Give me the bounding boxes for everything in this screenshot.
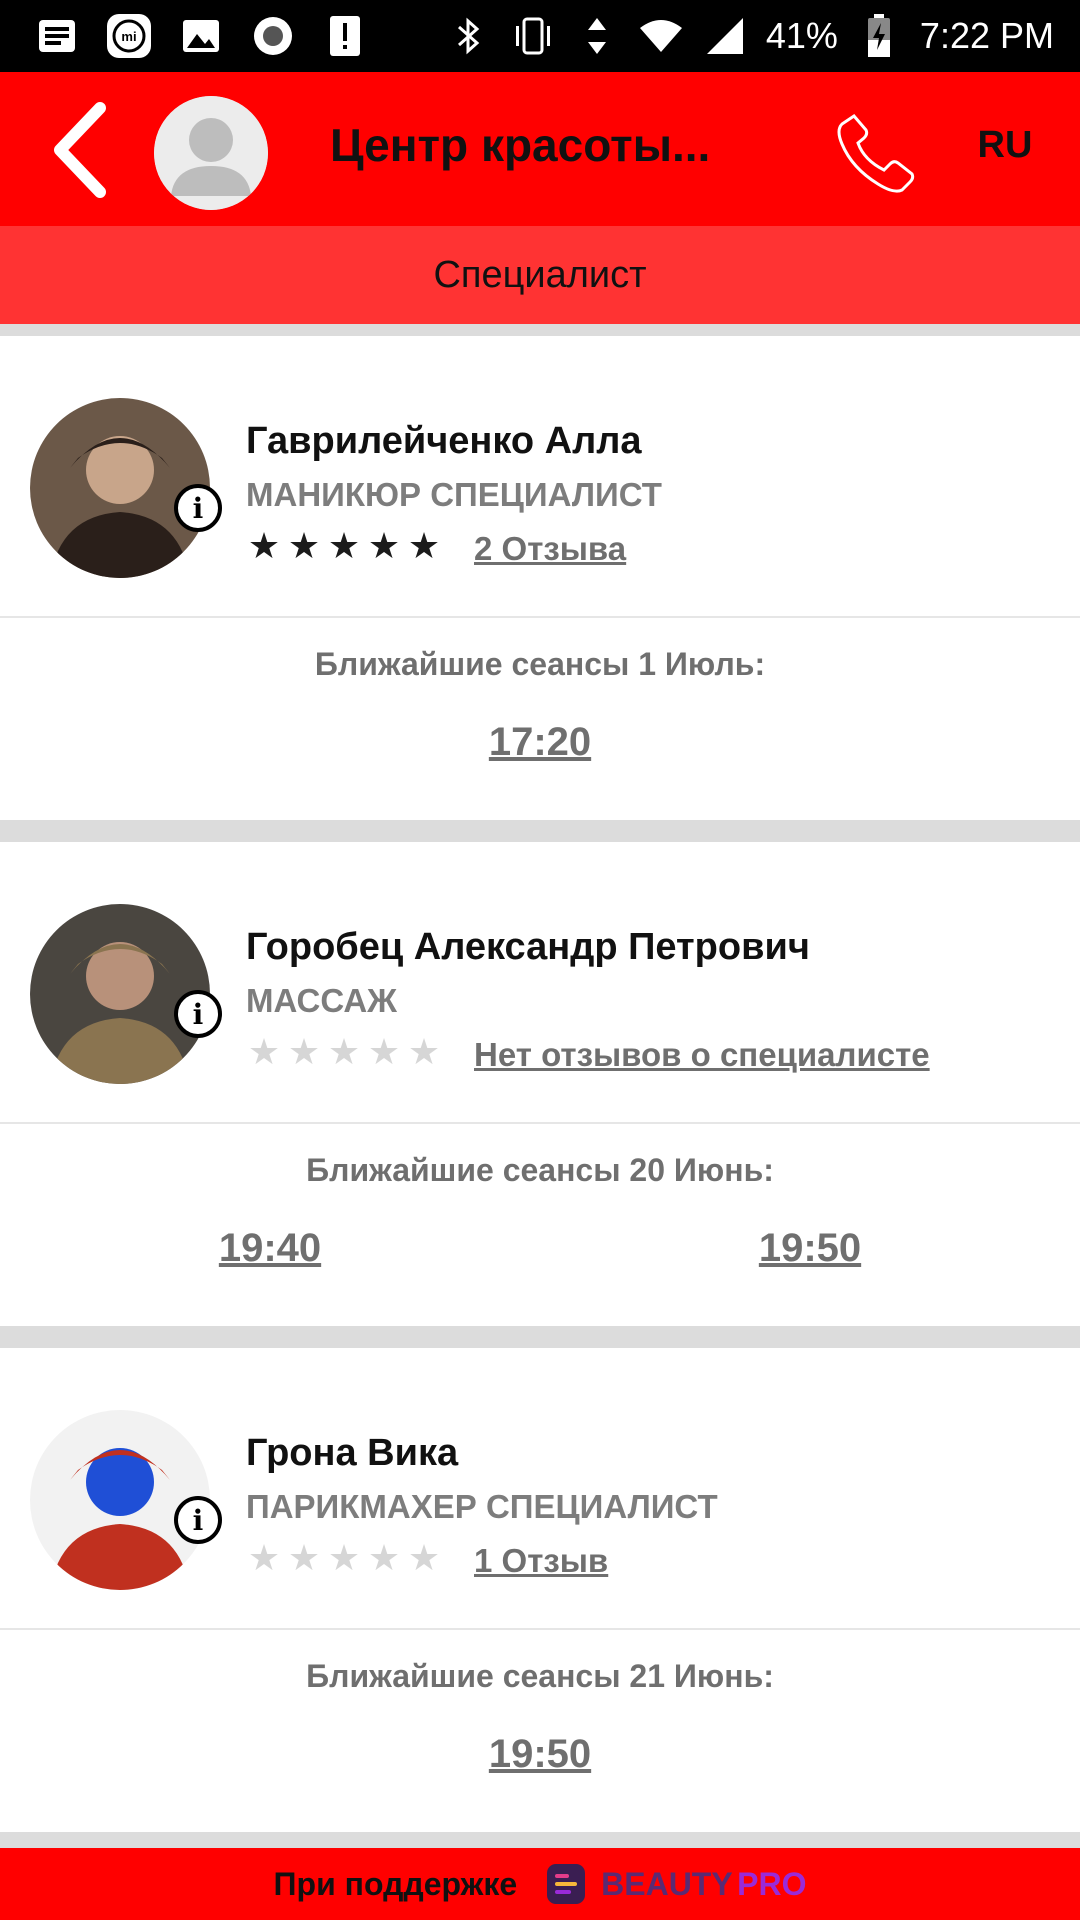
reviews-link[interactable]: Нет отзывов о специалисте: [474, 1036, 930, 1074]
star-icon: ★: [287, 525, 321, 566]
specialist-role: МАССАЖ: [246, 982, 397, 1019]
clock: 7:22 PM: [919, 15, 1054, 56]
star-icon: ★: [367, 525, 401, 566]
specialist-role: ПАРИКМАХЕР СПЕЦИАЛИСТ: [246, 1488, 718, 1525]
star-icon: ★: [327, 525, 361, 566]
vibrate-icon: [510, 13, 556, 59]
star-icon: ★: [367, 1537, 401, 1578]
sessions-label: Ближайшие сеансы 20 Июнь:: [306, 1152, 774, 1188]
battery-icon: [856, 13, 902, 59]
divider: [0, 616, 1080, 618]
person-placeholder-icon: [154, 96, 268, 210]
beautypro-logo-icon: [547, 1864, 586, 1904]
star-icon: ★: [367, 1031, 401, 1072]
data-arrows-icon: [574, 13, 620, 59]
svg-text:mi: mi: [121, 29, 136, 44]
info-icon[interactable]: i: [174, 484, 222, 532]
star-icon: ★: [407, 525, 441, 566]
language-button[interactable]: RU: [960, 124, 1050, 167]
beautypro-logo[interactable]: BEAUTY PRO: [545, 1862, 806, 1906]
divider: [0, 820, 1080, 842]
call-button[interactable]: [826, 102, 926, 202]
info-icon[interactable]: i: [174, 1496, 222, 1544]
battery-percent: 41%: [765, 15, 838, 56]
star-icon: ★: [407, 1537, 441, 1578]
specialist-card: i Грона Вика ПАРИКМАХЕР СПЕЦИАЛИСТ ★ ★ ★ ★ ★…: [0, 1348, 1080, 1832]
star-icon: ★: [247, 525, 281, 566]
star-icon: ★: [247, 1537, 281, 1578]
mi-icon: mi: [106, 13, 152, 59]
image-icon: [178, 13, 224, 59]
chevron-left-icon: [54, 102, 106, 198]
page-title: Центр красоты...: [330, 119, 711, 171]
time-slot[interactable]: 19:50: [710, 1226, 910, 1271]
divider: [0, 1628, 1080, 1630]
rating-stars: ★ ★ ★ ★ ★: [246, 526, 442, 566]
divider: [0, 324, 1080, 336]
section-title: Специалист: [0, 226, 1080, 324]
rating-stars: ★ ★ ★ ★ ★: [246, 1538, 442, 1578]
phone-icon: [837, 114, 915, 193]
bluetooth-icon: [446, 13, 492, 59]
brand-word-2: PRO: [737, 1865, 807, 1902]
info-icon[interactable]: i: [174, 990, 222, 1038]
specialist-list: i Гаврилейченко Алла МАНИКЮР СПЕЦИАЛИСТ …: [0, 324, 1080, 1854]
notes-icon: [34, 13, 80, 59]
specialist-name[interactable]: Грона Вика: [246, 1432, 458, 1475]
star-icon: ★: [327, 1031, 361, 1072]
back-button[interactable]: [40, 102, 120, 198]
footer-text: При поддержке: [273, 1865, 518, 1902]
sessions-label: Ближайшие сеансы 1 Июль:: [314, 646, 766, 682]
star-icon: ★: [327, 1537, 361, 1578]
alert-icon: [322, 13, 368, 59]
sessions-label: Ближайшие сеансы 21 Июнь:: [306, 1658, 774, 1694]
rating-stars: ★ ★ ★ ★ ★: [246, 1032, 442, 1072]
salon-avatar[interactable]: [154, 96, 268, 210]
time-slot[interactable]: 19:40: [170, 1226, 370, 1271]
app-bar: Центр красоты... RU: [0, 72, 1080, 226]
specialist-name[interactable]: Гаврилейченко Алла: [246, 420, 642, 463]
brand-word-1: BEAUTY: [601, 1865, 733, 1902]
star-icon: ★: [247, 1031, 281, 1072]
specialist-card: i Горобец Александр Петрович МАССАЖ ★ ★ ★ ★…: [0, 842, 1080, 1326]
specialist-card: i Гаврилейченко Алла МАНИКЮР СПЕЦИАЛИСТ …: [0, 336, 1080, 820]
time-slot[interactable]: 17:20: [440, 720, 640, 765]
specialist-name[interactable]: Горобец Александр Петрович: [246, 926, 810, 969]
specialist-role: МАНИКЮР СПЕЦИАЛИСТ: [246, 476, 662, 513]
record-icon: [250, 13, 296, 59]
signal-icon: [702, 13, 748, 59]
divider: [0, 1326, 1080, 1348]
star-icon: ★: [287, 1031, 321, 1072]
footer: При поддержке BEAUTY PRO: [0, 1848, 1080, 1920]
time-slot[interactable]: 19:50: [440, 1732, 640, 1777]
star-icon: ★: [407, 1031, 441, 1072]
wifi-icon: [638, 13, 684, 59]
star-icon: ★: [287, 1537, 321, 1578]
status-bar: mi 41% 7:22 PM: [0, 0, 1080, 72]
reviews-link[interactable]: 1 Отзыв: [474, 1542, 608, 1580]
divider: [0, 1122, 1080, 1124]
reviews-link[interactable]: 2 Отзыва: [474, 530, 626, 568]
